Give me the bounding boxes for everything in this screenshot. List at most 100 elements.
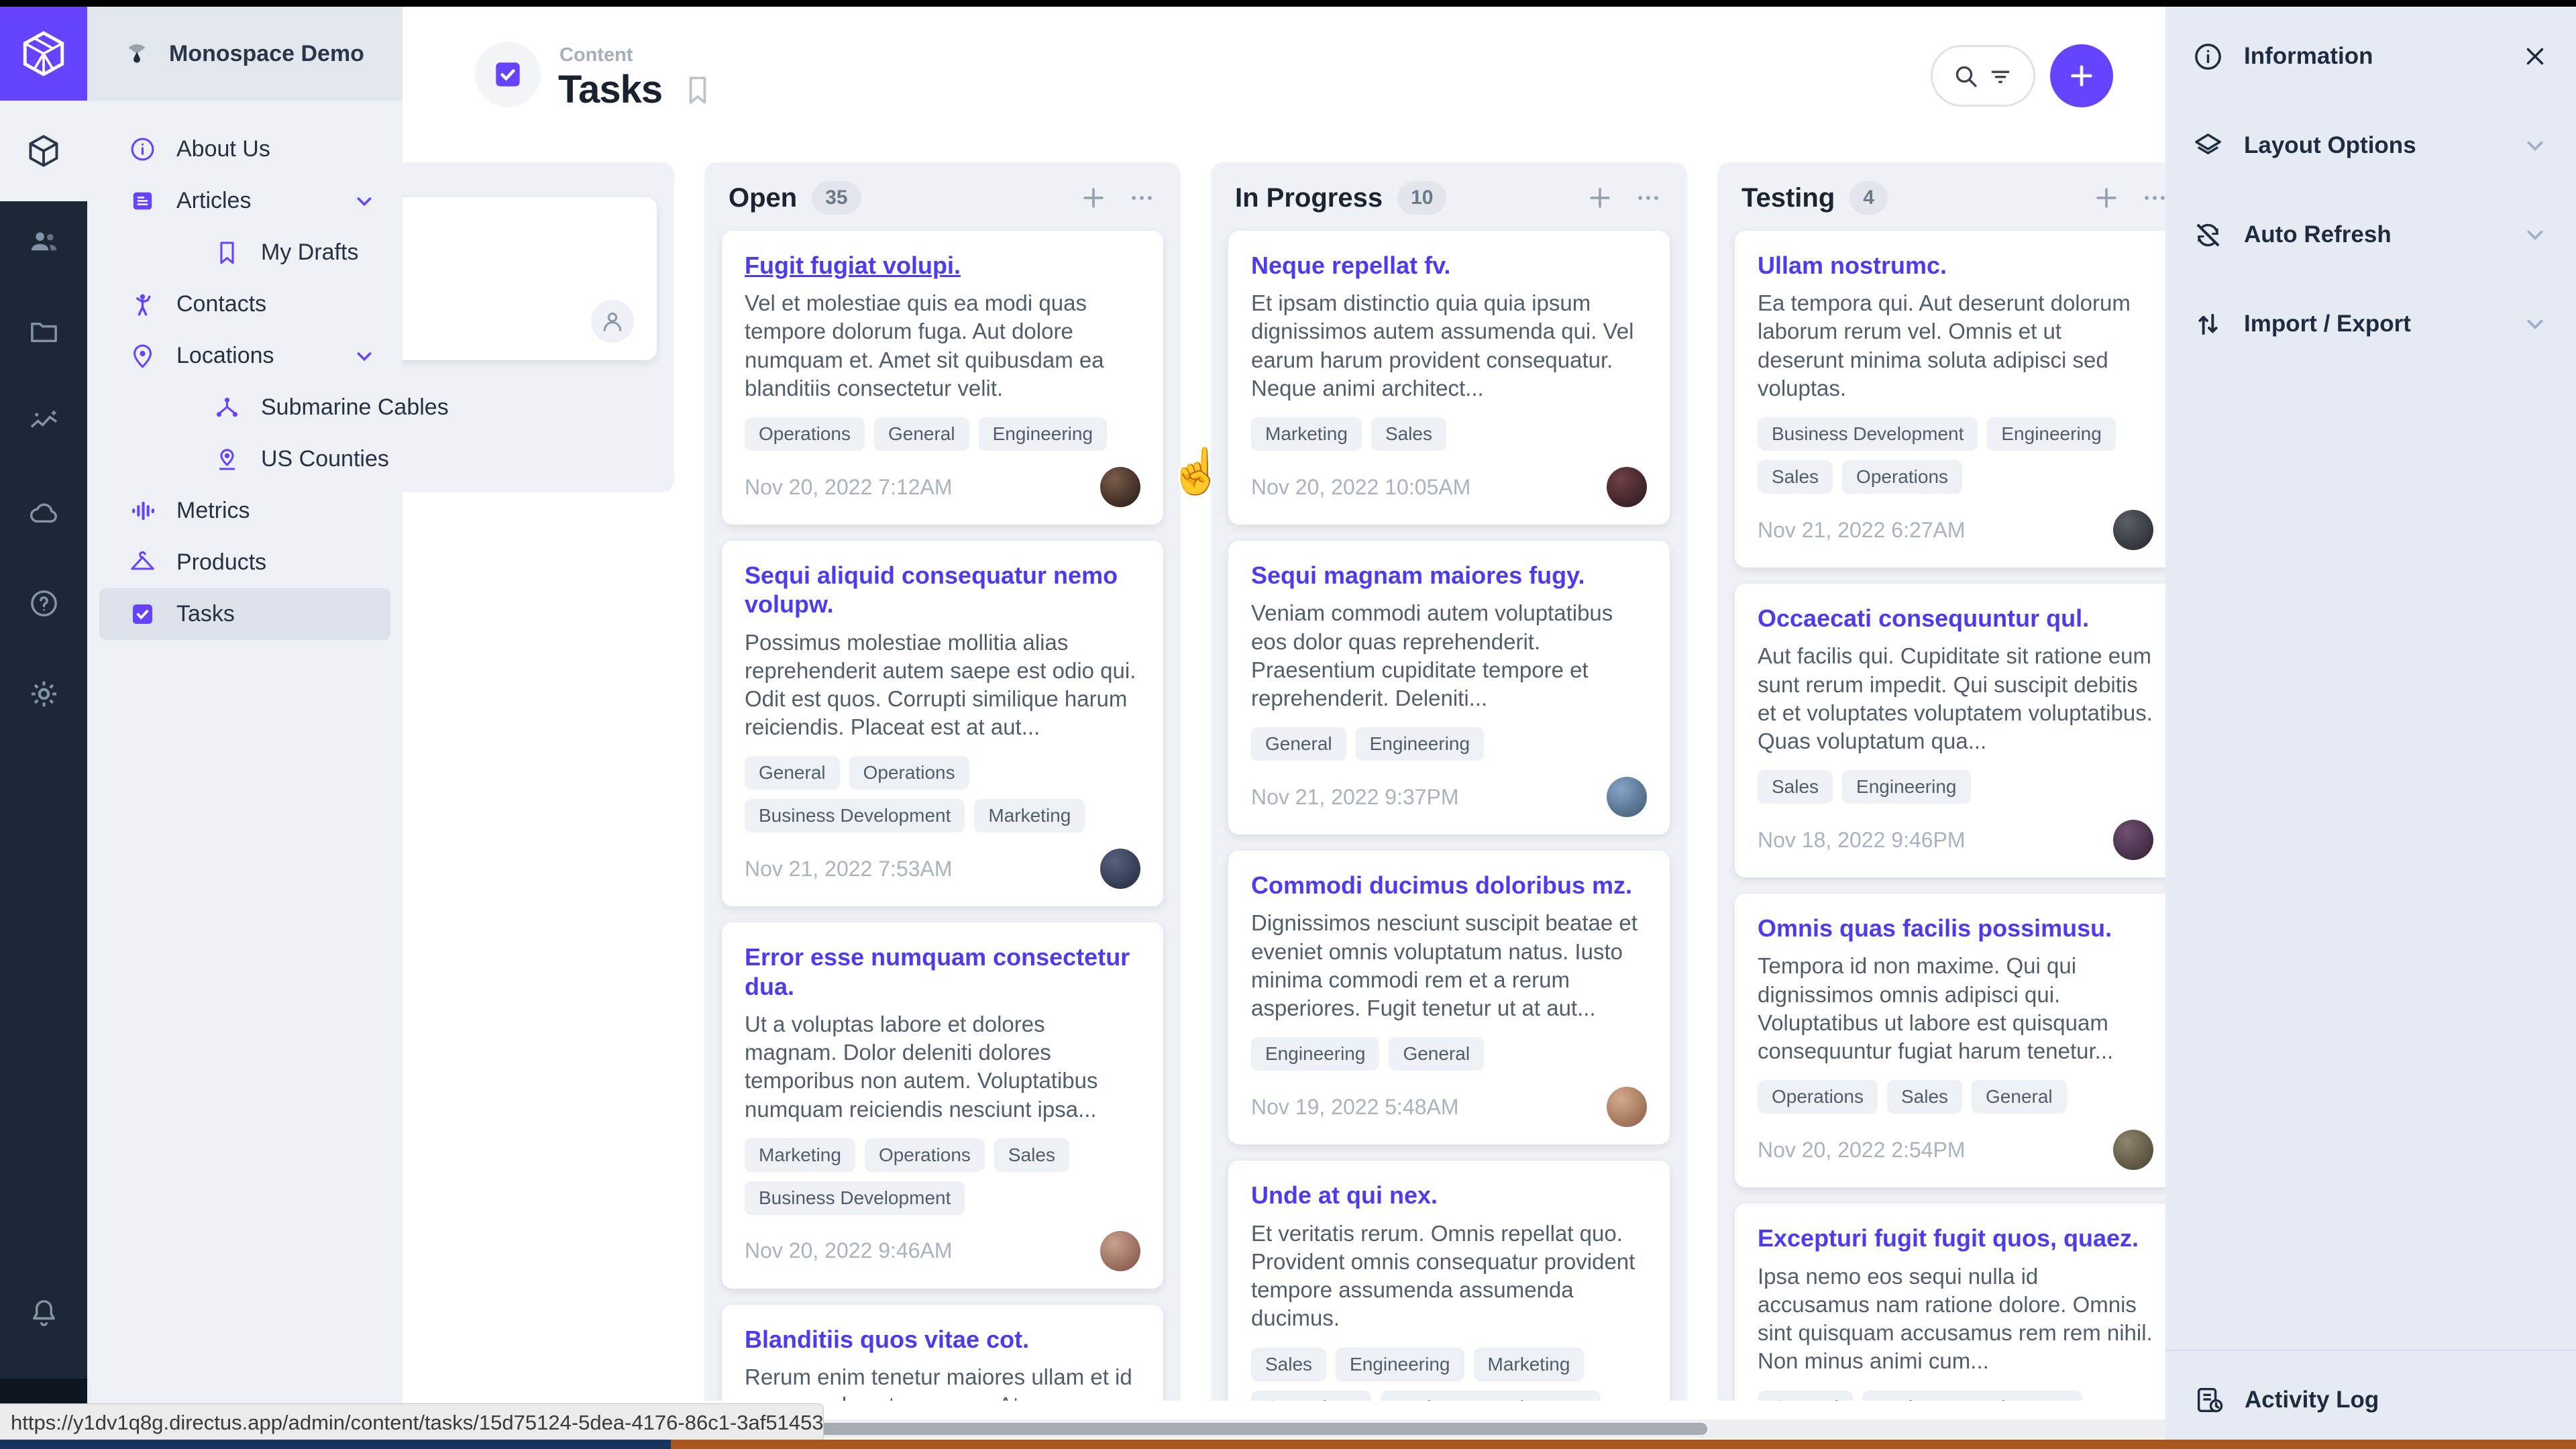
cloud-icon	[28, 497, 60, 529]
main-content: Content Tasks ished task PM	[402, 7, 2165, 1449]
tag-list: Marketing Operations Sales Business Deve…	[745, 1138, 1140, 1215]
notifications-button[interactable]	[0, 1297, 87, 1328]
search-filter-button[interactable]	[1931, 45, 2035, 107]
sidebar-item-locations[interactable]: Locations	[87, 330, 402, 382]
task-card[interactable]: Unde at qui nex. Et veritatis rerum. Omn…	[1228, 1161, 1670, 1401]
filter-icon	[1987, 62, 2014, 89]
avatar	[1100, 849, 1140, 889]
import-export-icon	[2192, 309, 2224, 340]
chevron-down-icon[interactable]	[2521, 310, 2549, 338]
tag: Marketing	[745, 1138, 855, 1172]
task-card[interactable]: Ullam nostrumc. Ea tempora qui. Aut dese…	[1735, 231, 2165, 568]
task-card[interactable]: Excepturi fugit fugit quos, quaez. Ipsa …	[1735, 1203, 2165, 1401]
section-label: Import / Export	[2244, 311, 2411, 337]
task-title-link[interactable]: Ullam nostrumc.	[1758, 251, 2153, 280]
sidebar-item-tasks[interactable]: Tasks	[99, 588, 390, 640]
task-card[interactable]: Sequi magnam maiores fugy. Veniam commod…	[1228, 541, 1670, 835]
person-wave-icon	[129, 290, 156, 318]
tag: Sales	[1758, 460, 1833, 494]
task-title-link[interactable]: Excepturi fugit fugit quos, quaez.	[1758, 1224, 2153, 1252]
module-extensions[interactable]	[28, 497, 60, 529]
tag: Business Development	[745, 799, 965, 833]
task-title-link[interactable]: ished task	[402, 217, 634, 246]
sidebar-item-us-counties[interactable]: US Counties	[87, 433, 402, 485]
module-content[interactable]	[0, 101, 87, 201]
add-task-button[interactable]	[2050, 44, 2113, 107]
column-menu-button[interactable]	[1633, 183, 1663, 213]
task-date: Nov 20, 2022 2:54PM	[1758, 1138, 1966, 1163]
kanban-column-testing: Testing 4 Ullam nostrumc. Ea tempora qui…	[1717, 162, 2165, 1401]
project-switcher[interactable]: Monospace Demo	[87, 7, 402, 101]
task-title-link[interactable]: Commodi ducimus doloribus mz.	[1251, 871, 1647, 900]
task-title-link[interactable]: Omnis quas facilis possimusu.	[1758, 914, 2153, 943]
app-logo[interactable]	[0, 7, 87, 101]
sidebar-item-submarine-cables[interactable]: Submarine Cables	[87, 382, 402, 433]
insights-icon	[28, 407, 60, 438]
sidebar-section-import-export[interactable]: Import / Export	[2192, 290, 2549, 358]
task-date: Nov 18, 2022 9:46PM	[1758, 828, 1966, 853]
sidebar-section-layout-options[interactable]: Layout Options	[2192, 112, 2549, 179]
sidebar-item-metrics[interactable]: Metrics	[87, 485, 402, 537]
bell-icon	[28, 1297, 60, 1328]
column-menu-button[interactable]	[2140, 183, 2165, 213]
task-card[interactable]: ished task PM	[402, 197, 657, 360]
article-icon	[129, 187, 156, 215]
chevron-down-icon[interactable]	[352, 189, 377, 214]
task-title-link[interactable]: Sequi aliquid consequatur nemo volupw.	[745, 561, 1140, 619]
bottom-progress-strip	[0, 1440, 2576, 1449]
task-card[interactable]: Blanditiis quos vitae cot. Rerum enim te…	[722, 1305, 1163, 1401]
task-title-link[interactable]: Sequi magnam maiores fugy.	[1251, 561, 1647, 590]
kanban-column-partial: ished task PM	[402, 162, 674, 492]
task-title-link[interactable]: Error esse numquam consectetur dua.	[745, 943, 1140, 1000]
avatar	[1607, 777, 1647, 817]
task-card[interactable]: Occaecati consequuntur qul. Aut facilis …	[1735, 584, 2165, 877]
task-title-link[interactable]: Occaecati consequuntur qul.	[1758, 604, 2153, 633]
sidebar-item-about-us[interactable]: About Us	[87, 123, 402, 175]
bookmark-icon[interactable]	[681, 73, 714, 107]
task-title-link[interactable]: Blanditiis quos vitae cot.	[745, 1325, 1140, 1354]
sidebar-section-information[interactable]: Information	[2192, 23, 2549, 90]
sidebar-item-label: Articles	[176, 188, 251, 214]
task-card[interactable]: Sequi aliquid consequatur nemo volupw. P…	[722, 541, 1163, 906]
module-settings[interactable]	[28, 678, 60, 710]
task-title-link[interactable]: Neque repellat fv.	[1251, 251, 1647, 280]
module-rail	[0, 7, 87, 1449]
collection-icon-button[interactable]	[475, 42, 541, 107]
right-sidebar: Information Layout Options Auto Refresh …	[2165, 7, 2576, 1449]
sidebar-item-contacts[interactable]: Contacts	[87, 278, 402, 330]
sidebar-item-products[interactable]: Products	[87, 537, 402, 588]
column-menu-button[interactable]	[1127, 183, 1157, 213]
task-description: Dignissimos nesciunt suscipit beatae et …	[1251, 909, 1647, 1022]
sidebar-item-label: Locations	[176, 343, 274, 369]
sidebar-item-articles[interactable]: Articles	[87, 175, 402, 227]
map-pin-icon	[129, 342, 156, 370]
task-description: Rerum enim tenetur maiores ullam et id a…	[745, 1363, 1140, 1401]
tag: Operations	[865, 1138, 985, 1172]
add-card-button[interactable]	[1079, 183, 1108, 213]
task-card[interactable]: Omnis quas facilis possimusu. Tempora id…	[1735, 894, 2165, 1187]
module-help[interactable]	[28, 588, 60, 619]
module-users[interactable]	[28, 225, 60, 257]
breadcrumb[interactable]: Content	[559, 44, 633, 66]
activity-log-label: Activity Log	[2245, 1387, 2379, 1413]
task-title-link[interactable]: Fugit fugiat volupi.	[745, 251, 1140, 280]
task-card[interactable]: Fugit fugiat volupi. Vel et molestiae qu…	[722, 231, 1163, 525]
sidebar-section-auto-refresh[interactable]: Auto Refresh	[2192, 201, 2549, 268]
add-card-button[interactable]	[2092, 183, 2121, 213]
tag-list: General Operations Business Development …	[745, 756, 1140, 833]
task-card[interactable]: Commodi ducimus doloribus mz. Dignissimo…	[1228, 851, 1670, 1144]
chevron-down-icon[interactable]	[2521, 131, 2549, 160]
activity-log-button[interactable]: Activity Log	[2165, 1350, 2576, 1449]
task-card[interactable]: Neque repellat fv. Et ipsam distinctio q…	[1228, 231, 1670, 525]
module-insights[interactable]	[28, 407, 60, 438]
close-icon[interactable]	[2521, 42, 2549, 70]
folder-icon	[28, 316, 60, 347]
chevron-down-icon[interactable]	[2521, 221, 2549, 249]
tag: Sales	[1371, 417, 1446, 451]
chevron-down-icon[interactable]	[352, 343, 377, 369]
add-card-button[interactable]	[1585, 183, 1615, 213]
task-title-link[interactable]: Unde at qui nex.	[1251, 1181, 1647, 1210]
sidebar-item-my-drafts[interactable]: My Drafts	[87, 227, 402, 278]
task-card[interactable]: Error esse numquam consectetur dua. Ut a…	[722, 922, 1163, 1288]
module-files[interactable]	[28, 316, 60, 347]
